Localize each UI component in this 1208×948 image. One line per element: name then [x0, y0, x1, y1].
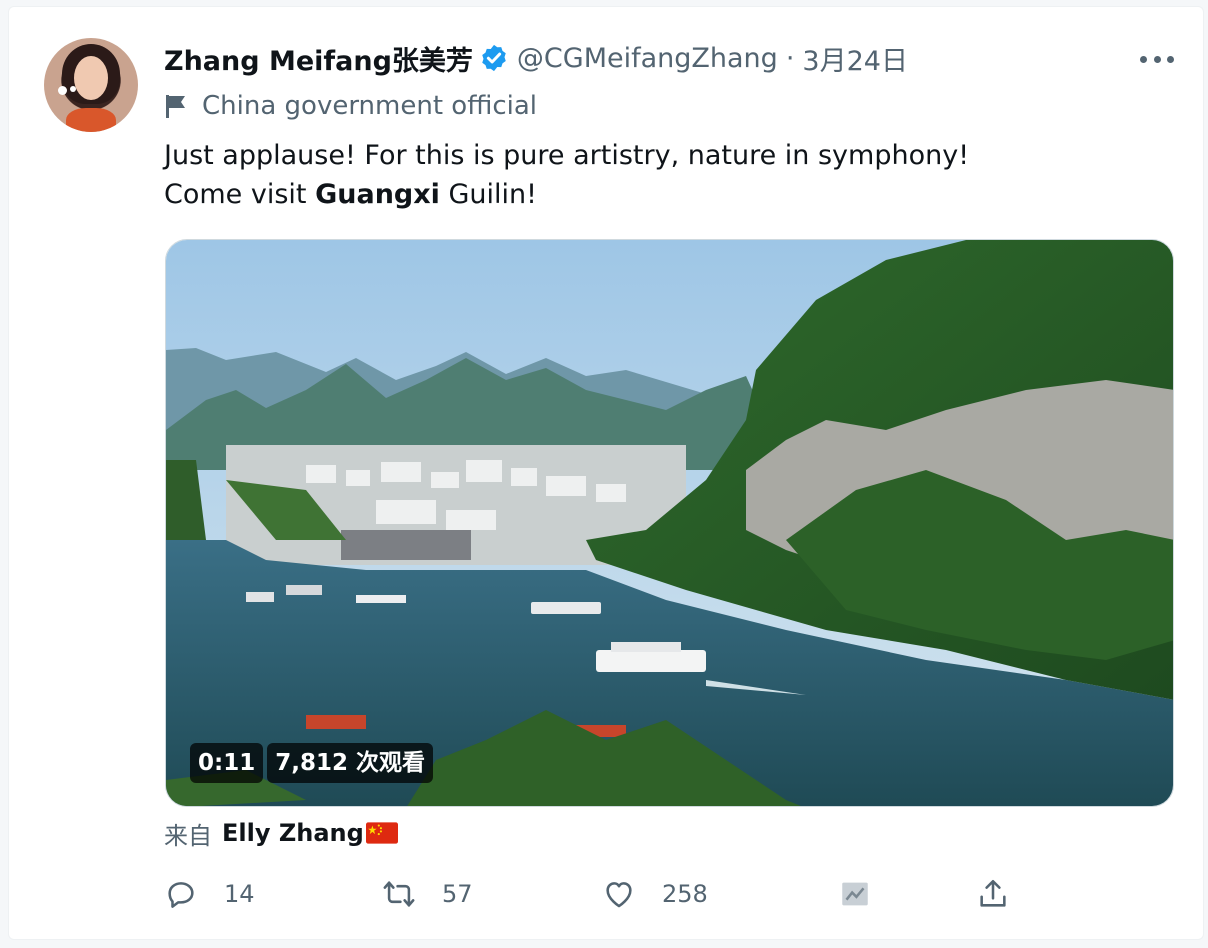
- reply-count: 14: [224, 880, 255, 908]
- author-name[interactable]: Zhang Meifang张美芳: [164, 39, 473, 78]
- share-button[interactable]: [976, 872, 1036, 916]
- tweet-text-line2-suffix: Guilin!: [439, 179, 537, 210]
- like-count: 258: [662, 880, 708, 908]
- tweet-header: Zhang Meifang张美芳 @CGMeifangZhang · 3月24日: [164, 38, 908, 78]
- video-player[interactable]: [165, 239, 1174, 807]
- avatar-decoration: [58, 86, 67, 95]
- like-button[interactable]: 258: [602, 872, 708, 916]
- video-badges: 0:11 7,812 次观看: [190, 743, 433, 783]
- avatar-scarf: [66, 108, 116, 132]
- government-label[interactable]: China government official: [164, 88, 537, 124]
- header-separator: ·: [785, 42, 795, 74]
- tweet-text: Just applause! For this is pure artistry…: [164, 136, 1164, 214]
- avatar[interactable]: [44, 38, 138, 132]
- from-user-link[interactable]: Elly Zhang: [222, 819, 364, 847]
- share-icon: [980, 879, 1006, 907]
- china-flag-icon: [365, 822, 398, 844]
- avatar-face: [74, 56, 108, 100]
- tweet-text-line2-prefix: Come visit: [164, 179, 316, 210]
- more-dots-icon[interactable]: [1140, 52, 1174, 66]
- author-handle[interactable]: @CGMeifangZhang: [517, 43, 778, 74]
- verified-badge-icon: [482, 44, 506, 72]
- tweet-date[interactable]: 3月24日: [802, 39, 908, 78]
- media-source: 来自 Elly Zhang: [164, 816, 398, 850]
- from-prefix: 来自: [164, 821, 212, 850]
- heart-icon: [606, 882, 632, 908]
- tweet-text-line1: Just applause! For this is pure artistry…: [164, 140, 970, 171]
- tweet-text-line2: Come visit Guangxi Guilin!: [164, 175, 1164, 214]
- video-view-count: 7,812 次观看: [267, 743, 433, 783]
- hashtag-guangxi[interactable]: Guangxi: [315, 179, 440, 210]
- dot: [1167, 55, 1174, 63]
- tweet-actions: 14 57 258: [164, 872, 1044, 916]
- video-thumbnail: [166, 240, 1173, 806]
- reply-button[interactable]: 14: [164, 872, 255, 916]
- avatar-decoration: [70, 86, 76, 92]
- analytics-button[interactable]: [838, 872, 898, 916]
- dot: [1140, 55, 1147, 63]
- retweet-count: 57: [442, 880, 473, 908]
- reply-icon: [168, 882, 194, 908]
- retweet-button[interactable]: 57: [382, 872, 473, 916]
- dot: [1153, 55, 1161, 63]
- flag-icon: [166, 95, 185, 118]
- video-duration: 0:11: [190, 743, 264, 783]
- government-label-text: China government official: [202, 91, 538, 121]
- analytics-icon: [842, 882, 868, 906]
- retweet-icon: [383, 881, 415, 907]
